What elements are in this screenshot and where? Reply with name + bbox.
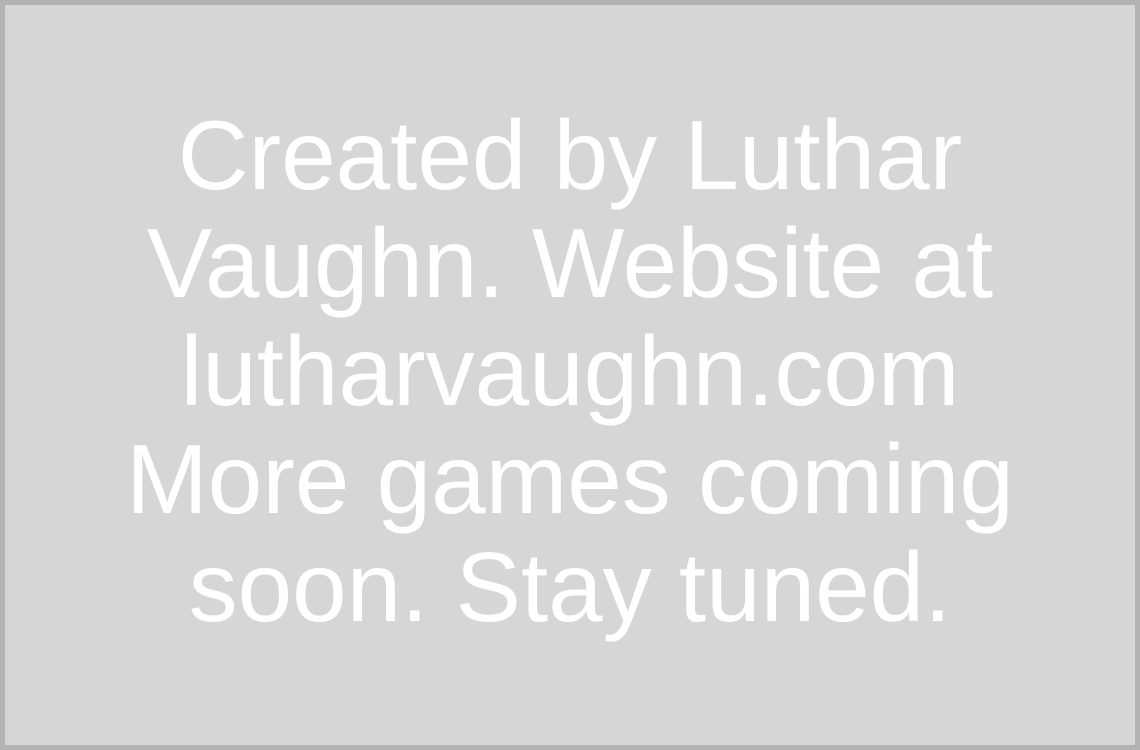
credits-line: lutharvaughn.com — [180, 316, 960, 426]
credits-message: Created by Luthar Vaughn. Website at lut… — [5, 101, 1135, 641]
credits-line: Created by Luthar — [177, 100, 963, 210]
credits-line: soon. Stay tuned. — [188, 532, 952, 642]
credits-line: Vaughn. Website at — [146, 208, 994, 318]
credits-line: More games coming — [126, 424, 1014, 534]
credits-panel: Created by Luthar Vaughn. Website at lut… — [0, 0, 1140, 750]
